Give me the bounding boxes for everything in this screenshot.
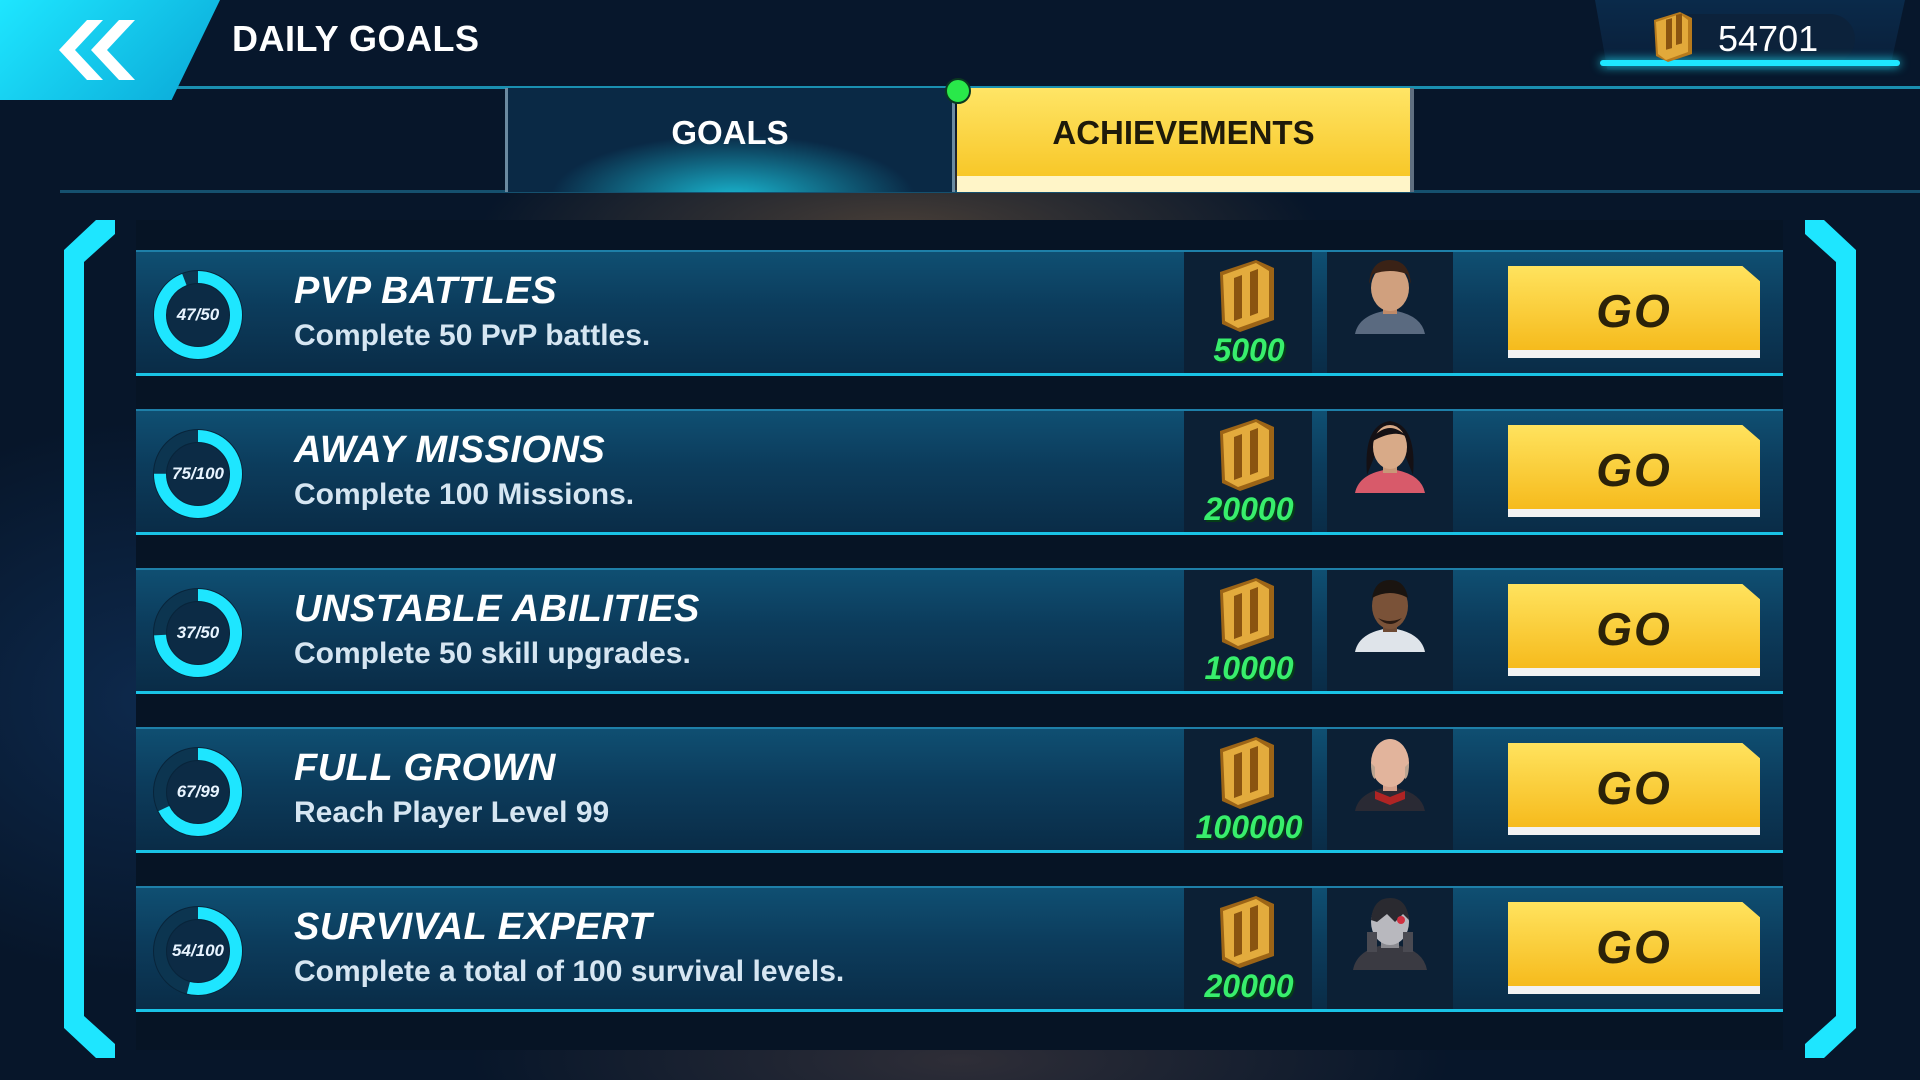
latinum-bar-icon <box>1220 260 1274 332</box>
portrait-box <box>1327 570 1453 691</box>
goal-title: UNSTABLE ABILITIES <box>294 588 700 630</box>
tab-achievements-label: ACHIEVEMENTS <box>1052 114 1315 151</box>
goal-row: 75/100 AWAY MISSIONS Complete 100 Missio… <box>136 409 1783 535</box>
tab-goals-label: GOALS <box>671 114 789 151</box>
portrait-box <box>1327 411 1453 532</box>
go-button-label: GO <box>1596 285 1672 337</box>
tab-goals[interactable]: GOALS <box>505 88 955 192</box>
latinum-bar-icon <box>1220 896 1274 968</box>
go-button-label: GO <box>1596 444 1672 496</box>
frame-bracket-right <box>1805 220 1856 1058</box>
latinum-bar-icon <box>1220 578 1274 650</box>
goal-title: FULL GROWN <box>294 747 556 789</box>
latinum-bar-icon <box>1654 12 1692 62</box>
goal-row: 37/50 UNSTABLE ABILITIES Complete 50 ski… <box>136 568 1783 694</box>
goal-description: Complete 50 PvP battles. <box>294 319 651 352</box>
officer-portrait <box>1355 580 1425 652</box>
progress-label: 54/100 <box>172 941 224 960</box>
vulcan-officer-portrait <box>1355 260 1425 334</box>
progress-label: 37/50 <box>176 623 220 642</box>
counselor-portrait <box>1355 421 1425 493</box>
go-button[interactable]: GO <box>1508 425 1760 515</box>
goal-title: AWAY MISSIONS <box>294 429 606 471</box>
double-chevron-left-icon <box>59 20 135 80</box>
currency-glow <box>1600 60 1900 66</box>
portrait-box <box>1327 729 1453 850</box>
reward-amount: 100000 <box>1195 809 1303 845</box>
go-button-edge <box>1508 509 1760 517</box>
goal-description: Complete 50 skill upgrades. <box>294 637 691 670</box>
go-button-edge <box>1508 668 1760 676</box>
tab-active-strip <box>957 176 1410 192</box>
goal-row: 47/50 PVP BATTLES Complete 50 PvP battle… <box>136 250 1783 376</box>
go-button[interactable]: GO <box>1508 266 1760 356</box>
go-button-label: GO <box>1596 762 1672 814</box>
progress-label: 47/50 <box>176 305 220 324</box>
frame-bracket-left <box>64 220 115 1058</box>
go-button-label: GO <box>1596 603 1672 655</box>
goal-description: Reach Player Level 99 <box>294 796 610 829</box>
progress-label: 67/99 <box>176 782 220 801</box>
reward-amount: 5000 <box>1213 332 1285 368</box>
go-button-edge <box>1508 986 1760 994</box>
go-button-label: GO <box>1596 921 1672 973</box>
reward-amount: 20000 <box>1204 968 1294 1004</box>
goal-description: Complete a total of 100 survival levels. <box>294 955 845 988</box>
latinum-bar-icon <box>1220 419 1274 491</box>
go-button[interactable]: GO <box>1508 902 1760 992</box>
reward-amount: 20000 <box>1204 491 1294 527</box>
goal-title: SURVIVAL EXPERT <box>294 906 653 948</box>
go-button[interactable]: GO <box>1508 743 1760 833</box>
borg-portrait <box>1353 898 1427 970</box>
portrait-box <box>1327 888 1453 1009</box>
latinum-bar-icon <box>1220 737 1274 809</box>
notification-dot <box>945 78 971 104</box>
goal-title: PVP BATTLES <box>294 270 558 312</box>
goal-row: 67/99 FULL GROWN Reach Player Level 99 1… <box>136 727 1783 853</box>
go-button[interactable]: GO <box>1508 584 1760 674</box>
tab-achievements[interactable]: ACHIEVEMENTS <box>957 88 1414 192</box>
currency-amount: 54701 <box>1718 18 1819 59</box>
captain-portrait <box>1355 739 1425 811</box>
reward-amount: 10000 <box>1204 650 1294 686</box>
progress-label: 75/100 <box>172 464 224 483</box>
goal-row: 54/100 SURVIVAL EXPERT Complete a total … <box>136 886 1783 1012</box>
page-title: DAILY GOALS <box>232 18 480 59</box>
go-button-edge <box>1508 350 1760 358</box>
portrait-box <box>1327 252 1453 373</box>
go-button-edge <box>1508 827 1760 835</box>
goal-description: Complete 100 Missions. <box>294 478 635 511</box>
